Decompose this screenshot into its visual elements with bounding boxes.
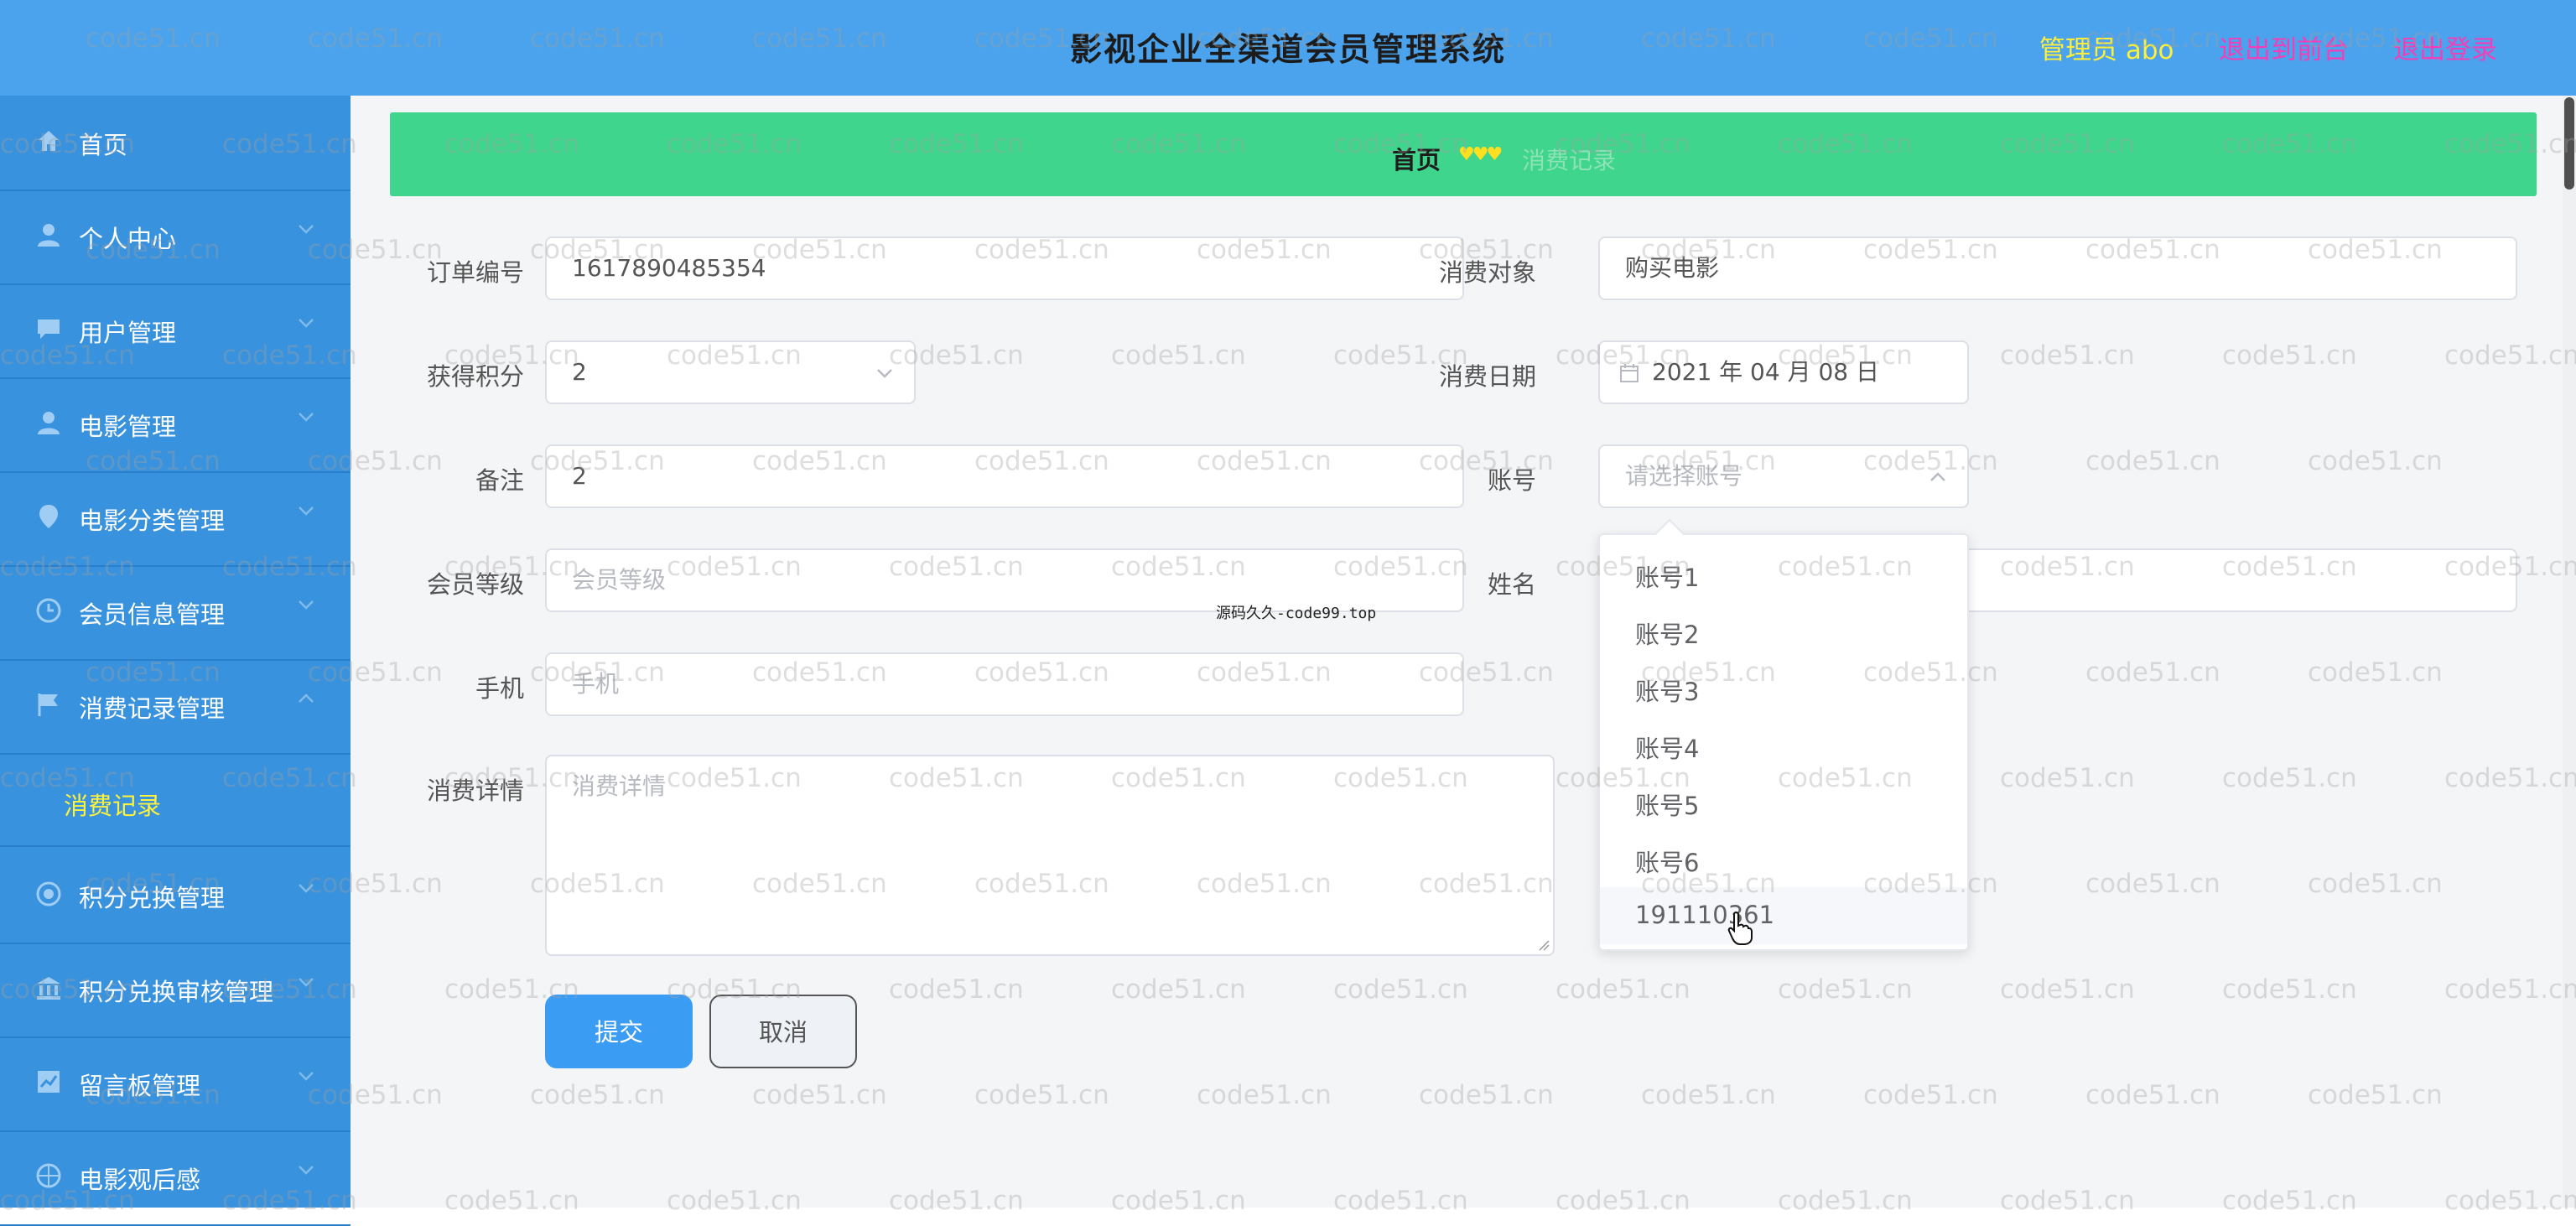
calendar-icon (1620, 364, 1639, 382)
account-placeholder: 请选择账号 (1625, 462, 1743, 490)
date-value: 2021 年 04 月 08 日 (1652, 358, 1880, 386)
hand-pointer-icon (1727, 911, 1753, 945)
scrollbar-thumb[interactable] (2564, 97, 2574, 190)
flag-icon (38, 694, 58, 716)
submenu-item-label: 消费记录 (64, 792, 162, 820)
submit-button[interactable]: 提交 (545, 995, 693, 1068)
cancel-button[interactable]: 取消 (709, 995, 857, 1068)
sidebar-item-label: 积分兑换管理 (79, 884, 226, 912)
chevron-down-icon (299, 884, 314, 893)
user-icon (38, 412, 60, 434)
detail-label: 消费详情 (426, 777, 524, 805)
sidebar-item-user-management[interactable]: 用户管理 (0, 283, 351, 379)
phone-input[interactable]: 手机 (545, 652, 1464, 716)
current-user: 管理员 abo (2039, 35, 2174, 65)
consume-object-label: 消费对象 (1438, 258, 1536, 287)
order-no-input[interactable]: 1617890485354 (545, 236, 1464, 300)
top-header: 影视企业全渠道会员管理系统 管理员 abo 退出到前台 退出登录 (0, 0, 2576, 96)
points-label: 获得积分 (426, 362, 524, 391)
back-to-front-link[interactable]: 退出到前台 (2219, 29, 2349, 66)
sidebar-item-label: 留言板管理 (79, 1072, 201, 1100)
points-select[interactable]: 2 (545, 340, 916, 404)
points-value: 2 (572, 358, 587, 386)
logout-link[interactable]: 退出登录 (2393, 29, 2497, 66)
sidebar-item-points-exchange[interactable]: 积分兑换管理 (0, 849, 351, 944)
user-icon (38, 224, 60, 247)
name-label: 姓名 (1487, 570, 1536, 599)
sidebar-item-personal-center[interactable]: 个人中心 (0, 190, 351, 285)
date-picker[interactable]: 2021 年 04 月 08 日 (1598, 340, 1969, 404)
sidebar: 首页 个人中心 用户管理 电影管理 电影分类管理 会员信息管理 消费记录管理 消… (0, 96, 351, 1226)
submenu-item-consumption-record[interactable]: 消费记录 (0, 758, 351, 847)
sidebar-item-label: 个人中心 (79, 225, 177, 253)
scrollbar-track[interactable] (2563, 96, 2576, 1208)
heart-icon: ♥♥♥ (1458, 144, 1503, 165)
dropdown-option[interactable]: 账号3 (1600, 659, 1967, 716)
chevron-down-icon (299, 1166, 314, 1175)
sidebar-item-consumption-records[interactable]: 消费记录管理 (0, 659, 351, 755)
chevron-up-icon (1930, 472, 1945, 481)
home-icon (39, 131, 59, 151)
chevron-down-icon (299, 507, 314, 516)
dropdown-option[interactable]: 账号4 (1600, 716, 1967, 773)
sidebar-item-movie-management[interactable]: 电影管理 (0, 377, 351, 473)
dropdown-option[interactable]: 账号2 (1600, 602, 1967, 659)
resize-handle-icon[interactable] (1536, 938, 1550, 951)
sidebar-item-label: 首页 (79, 131, 128, 159)
sidebar-item-points-audit[interactable]: 积分兑换审核管理 (0, 943, 351, 1038)
breadcrumb-current: 消费记录 (1522, 147, 1617, 174)
chevron-down-icon (299, 319, 314, 328)
sidebar-item-label: 用户管理 (79, 319, 177, 347)
sidebar-item-label: 会员信息管理 (79, 600, 226, 629)
order-no-label: 订单编号 (426, 258, 524, 287)
chevron-down-icon (299, 978, 314, 987)
location-icon (39, 505, 58, 528)
chat-icon (38, 319, 60, 339)
consume-object-input[interactable]: 购买电影 (1598, 236, 2517, 300)
chevron-down-icon (299, 225, 314, 234)
remark-input[interactable]: 2 (545, 444, 1464, 508)
breadcrumb-home[interactable]: 首页 (1392, 141, 1441, 176)
bank-icon (37, 977, 60, 1000)
circle-icon (36, 881, 61, 907)
phone-label: 手机 (475, 674, 524, 703)
dropdown-option[interactable]: 账号5 (1600, 773, 1967, 830)
account-dropdown: 账号1 账号2 账号3 账号4 账号5 账号6 191110361 (1598, 518, 1969, 951)
date-label: 消费日期 (1438, 362, 1536, 391)
sidebar-item-home[interactable]: 首页 (0, 96, 351, 191)
sidebar-item-label: 消费记录管理 (79, 694, 226, 723)
remark-label: 备注 (475, 466, 524, 495)
sidebar-item-label: 电影观后感 (79, 1166, 201, 1194)
chevron-down-icon (299, 413, 314, 422)
sidebar-item-movie-reviews[interactable]: 电影观后感 (0, 1130, 351, 1226)
dropdown-option[interactable]: 账号1 (1600, 545, 1967, 602)
sidebar-item-label: 电影管理 (79, 413, 177, 441)
app-title: 影视企业全渠道会员管理系统 (1069, 31, 1506, 68)
chart-icon (38, 1071, 60, 1093)
breadcrumb: 首页 ♥♥♥ 消费记录 (390, 112, 2537, 196)
chevron-down-icon (299, 1072, 314, 1081)
chevron-down-icon (299, 600, 314, 610)
account-label: 账号 (1487, 466, 1536, 495)
sidebar-item-movie-category[interactable]: 电影分类管理 (0, 471, 351, 567)
globe-icon (36, 1163, 61, 1188)
chevron-up-icon (299, 694, 314, 703)
detail-textarea[interactable]: 消费详情 (545, 755, 1555, 956)
member-level-label: 会员等级 (426, 570, 524, 599)
dropdown-option-hovered[interactable]: 191110361 (1600, 887, 1967, 944)
account-select[interactable]: 请选择账号 (1598, 444, 1969, 508)
detail-placeholder: 消费详情 (572, 772, 667, 800)
chevron-down-icon (877, 369, 892, 378)
sidebar-item-member-info[interactable]: 会员信息管理 (0, 565, 351, 661)
sidebar-item-message-board[interactable]: 留言板管理 (0, 1036, 351, 1132)
overlay-text: 源码久久-code99.top (1216, 605, 1377, 622)
sidebar-item-label: 电影分类管理 (79, 507, 226, 535)
clock-icon (36, 598, 61, 623)
sidebar-item-label: 积分兑换审核管理 (79, 978, 274, 1006)
dropdown-option[interactable]: 账号6 (1600, 830, 1967, 887)
